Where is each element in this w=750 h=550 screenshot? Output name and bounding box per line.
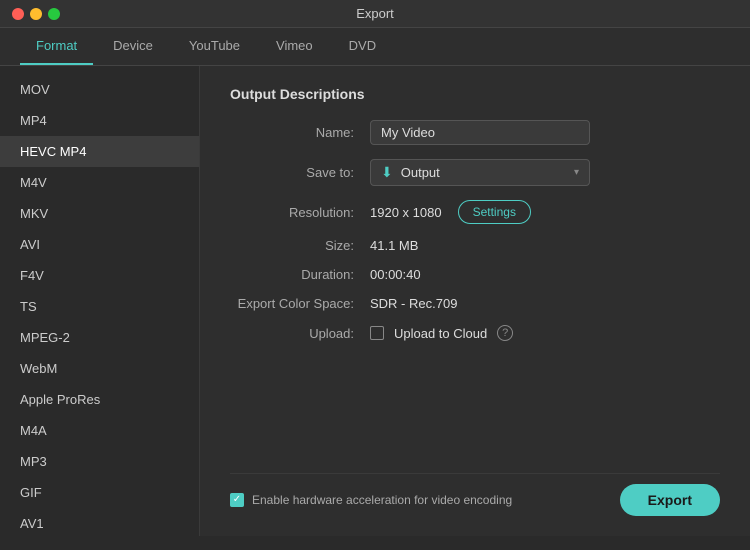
title-bar: Export <box>0 0 750 28</box>
hw-accel-checkbox[interactable]: ✓ <box>230 493 244 507</box>
save-to-value: Output <box>401 165 440 180</box>
name-input[interactable] <box>370 120 590 145</box>
export-button[interactable]: Export <box>620 484 720 516</box>
settings-button[interactable]: Settings <box>458 200 531 224</box>
close-button[interactable] <box>12 8 24 20</box>
resolution-label: Resolution: <box>230 205 370 220</box>
color-space-row: Export Color Space: SDR - Rec.709 <box>230 296 720 311</box>
sidebar-item-m4v[interactable]: M4V <box>0 167 199 198</box>
tab-youtube[interactable]: YouTube <box>173 28 256 65</box>
upload-cloud-checkbox[interactable] <box>370 326 384 340</box>
upload-controls: Upload to Cloud ? <box>370 325 513 341</box>
duration-label: Duration: <box>230 267 370 282</box>
sidebar-item-mp3[interactable]: MP3 <box>0 446 199 477</box>
window-title: Export <box>356 6 394 21</box>
duration-value: 00:00:40 <box>370 267 421 282</box>
sidebar-item-m4a[interactable]: M4A <box>0 415 199 446</box>
output-heading: Output Descriptions <box>230 86 720 102</box>
sidebar-item-mov[interactable]: MOV <box>0 74 199 105</box>
sidebar-item-f4v[interactable]: F4V <box>0 260 199 291</box>
main-content: MOV MP4 HEVC MP4 M4V MKV AVI F4V TS MPEG… <box>0 66 750 536</box>
sidebar: MOV MP4 HEVC MP4 M4V MKV AVI F4V TS MPEG… <box>0 66 200 536</box>
sidebar-item-mp4[interactable]: MP4 <box>0 105 199 136</box>
hw-accel-label: Enable hardware acceleration for video e… <box>252 493 512 507</box>
upload-label: Upload: <box>230 326 370 341</box>
content-area: Output Descriptions Name: Save to: ⬇ Out… <box>200 66 750 536</box>
resolution-value-group: 1920 x 1080 Settings <box>370 200 531 224</box>
minimize-button[interactable] <box>30 8 42 20</box>
resolution-row: Resolution: 1920 x 1080 Settings <box>230 200 720 224</box>
color-space-label: Export Color Space: <box>230 296 370 311</box>
help-icon[interactable]: ? <box>497 325 513 341</box>
resolution-value: 1920 x 1080 <box>370 205 442 220</box>
upload-cloud-label: Upload to Cloud <box>394 326 487 341</box>
save-to-select[interactable]: ⬇ Output ▾ <box>370 159 590 186</box>
sidebar-item-apple-prores[interactable]: Apple ProRes <box>0 384 199 415</box>
maximize-button[interactable] <box>48 8 60 20</box>
sidebar-item-mkv[interactable]: MKV <box>0 198 199 229</box>
size-label: Size: <box>230 238 370 253</box>
download-icon: ⬇ <box>381 164 393 181</box>
save-to-label: Save to: <box>230 165 370 180</box>
name-label: Name: <box>230 125 370 140</box>
duration-row: Duration: 00:00:40 <box>230 267 720 282</box>
tab-device[interactable]: Device <box>97 28 169 65</box>
tab-format[interactable]: Format <box>20 28 93 65</box>
save-to-inner: ⬇ Output <box>381 164 440 181</box>
hw-accel-row: ✓ Enable hardware acceleration for video… <box>230 493 512 507</box>
name-row: Name: <box>230 120 720 145</box>
output-section: Output Descriptions Name: Save to: ⬇ Out… <box>230 86 720 355</box>
size-row: Size: 41.1 MB <box>230 238 720 253</box>
save-to-row: Save to: ⬇ Output ▾ <box>230 159 720 186</box>
color-space-value: SDR - Rec.709 <box>370 296 457 311</box>
tab-vimeo[interactable]: Vimeo <box>260 28 329 65</box>
upload-row: Upload: Upload to Cloud ? <box>230 325 720 341</box>
bottom-bar: ✓ Enable hardware acceleration for video… <box>230 473 720 516</box>
checkmark-icon: ✓ <box>233 495 241 505</box>
sidebar-item-webm[interactable]: WebM <box>0 353 199 384</box>
sidebar-item-av1[interactable]: AV1 <box>0 508 199 536</box>
tab-dvd[interactable]: DVD <box>333 28 392 65</box>
sidebar-item-ts[interactable]: TS <box>0 291 199 322</box>
chevron-down-icon: ▾ <box>574 167 579 178</box>
traffic-lights <box>12 8 60 20</box>
tabs-bar: Format Device YouTube Vimeo DVD <box>0 28 750 66</box>
sidebar-item-mpeg2[interactable]: MPEG-2 <box>0 322 199 353</box>
sidebar-item-gif[interactable]: GIF <box>0 477 199 508</box>
size-value: 41.1 MB <box>370 238 418 253</box>
sidebar-item-avi[interactable]: AVI <box>0 229 199 260</box>
sidebar-item-hevc-mp4[interactable]: HEVC MP4 <box>0 136 199 167</box>
